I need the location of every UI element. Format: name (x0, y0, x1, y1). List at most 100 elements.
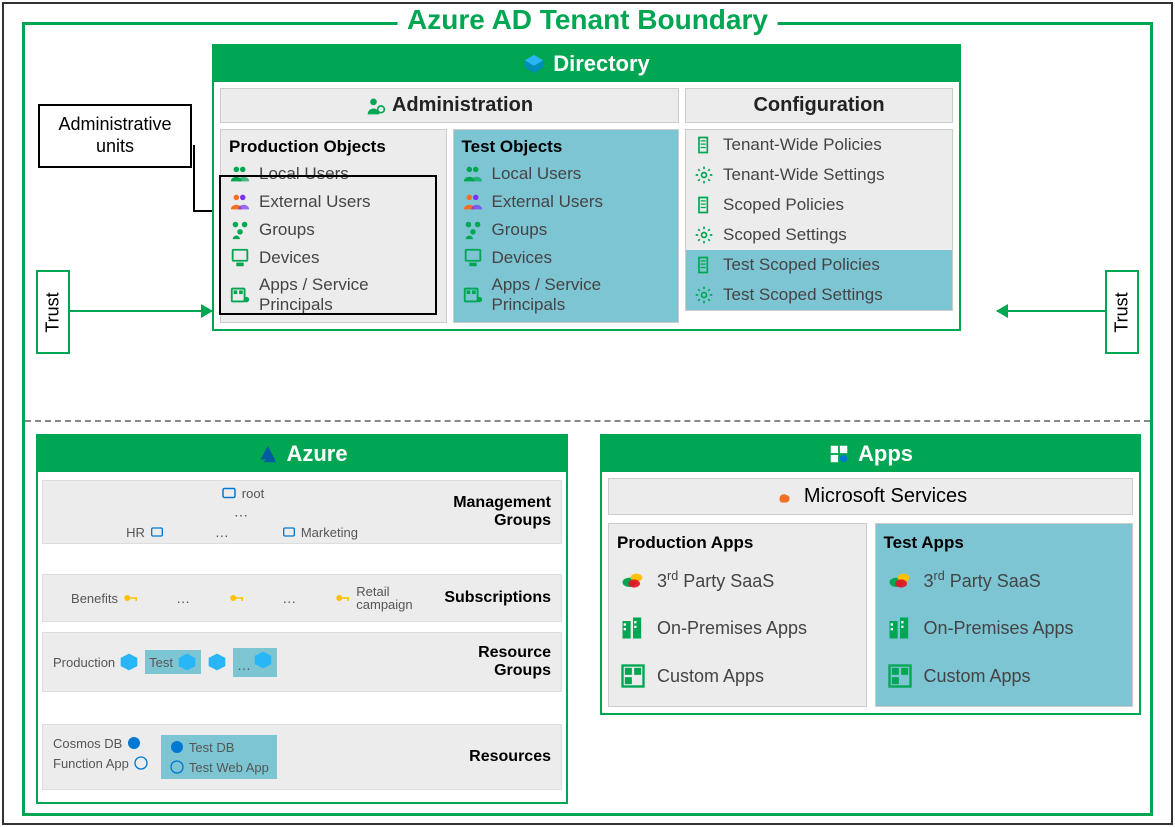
directory-header: Directory (214, 46, 959, 82)
config-label: Tenant-Wide Policies (723, 135, 882, 155)
object-icon (462, 163, 484, 185)
app-icon (619, 566, 647, 594)
key-icon (122, 589, 140, 607)
trust-arrow-right (997, 310, 1105, 312)
test-apps-title: Test Apps (882, 530, 1127, 556)
config-item: Test Scoped Settings (686, 280, 952, 310)
dots-icon: ⋯ (43, 507, 441, 524)
object-label: Groups (259, 220, 315, 240)
configuration-header: Configuration (685, 88, 953, 123)
mg-root: root (242, 486, 264, 501)
app-item: Custom Apps (882, 652, 1127, 700)
object-icon (229, 191, 251, 213)
object-icon (229, 247, 251, 269)
cube-icon (177, 652, 197, 672)
globe-icon (169, 739, 185, 755)
mg-marketing: Marketing (301, 525, 358, 540)
resource-groups-band: Production Test … Resource Groups (42, 632, 562, 692)
webapp-icon (169, 759, 185, 775)
object-item: Groups (460, 216, 673, 244)
object-icon (462, 284, 484, 306)
object-item: Local Users (460, 160, 673, 188)
production-apps-title: Production Apps (615, 530, 860, 556)
azure-icon (256, 443, 278, 465)
app-icon (886, 614, 914, 642)
configuration-title: Configuration (753, 94, 884, 117)
gear-icon (694, 225, 714, 245)
app-icon (886, 662, 914, 690)
app-item: Custom Apps (615, 652, 860, 700)
object-item: Apps / Service Principals (460, 272, 673, 318)
test-apps-panel: Test Apps 3rd Party SaaSOn-Premises Apps… (875, 523, 1134, 707)
config-item: Test Scoped Policies (686, 250, 952, 280)
object-icon (229, 163, 251, 185)
config-label: Test Scoped Settings (723, 285, 883, 305)
apps-title: Apps (858, 441, 913, 467)
subscriptions-band: Benefits … … Retail campaign Subscriptio… (42, 574, 562, 622)
function-icon (133, 755, 149, 771)
policy-icon (694, 255, 714, 275)
azure-body: root ⋯ HR … Marketing Management Groups … (38, 472, 566, 802)
trust-left-label: Trust (43, 292, 64, 332)
cube-icon (119, 652, 139, 672)
mg-icon (220, 484, 238, 502)
directory-section: Directory Administration Production Obje… (212, 44, 961, 331)
object-icon (462, 219, 484, 241)
object-item: External Users (227, 188, 440, 216)
object-label: Devices (492, 248, 552, 268)
object-item: Groups (227, 216, 440, 244)
sub-benefits: Benefits (71, 591, 118, 606)
policy-icon (694, 135, 714, 155)
res-functionapp: Function App (53, 756, 129, 771)
rg-test: Test (149, 655, 173, 670)
object-item: Apps / Service Principals (227, 272, 440, 318)
app-icon (886, 566, 914, 594)
mg-hr: HR (126, 525, 145, 540)
app-item: 3rd Party SaaS (882, 556, 1127, 604)
config-label: Tenant-Wide Settings (723, 165, 885, 185)
sub-retail: Retail campaign (356, 585, 416, 611)
object-icon (462, 191, 484, 213)
test-objects-title: Test Objects (460, 134, 673, 160)
object-label: External Users (492, 192, 603, 212)
apps-header: Apps (602, 436, 1139, 472)
administration-title: Administration (392, 94, 533, 117)
object-icon (462, 247, 484, 269)
config-item: Scoped Settings (686, 220, 952, 250)
microsoft-services: Microsoft Services (608, 478, 1133, 515)
key-icon (334, 589, 352, 607)
config-label: Test Scoped Policies (723, 255, 880, 275)
gear-icon (694, 285, 714, 305)
policy-icon (694, 195, 714, 215)
azure-title: Azure (286, 441, 347, 467)
test-objects-panel: Test Objects Local Users External Users Gr… (453, 129, 680, 323)
app-item: On-Premises Apps (615, 604, 860, 652)
cube-icon (253, 650, 273, 670)
dots-icon: … (215, 524, 231, 540)
azure-section: Azure root ⋯ HR … Marketing Management G… (36, 434, 568, 804)
object-icon (229, 284, 251, 306)
directory-icon (523, 53, 545, 75)
app-icon (619, 614, 647, 642)
resources-label: Resources (469, 748, 561, 766)
object-label: External Users (259, 192, 370, 212)
res-testwebapp: Test Web App (189, 760, 269, 775)
config-item: Tenant-Wide Policies (686, 130, 952, 160)
trust-left-box: Trust (36, 270, 70, 354)
production-objects-panel: Production Objects Local UsersExternal U… (220, 129, 447, 323)
app-item: On-Premises Apps (882, 604, 1127, 652)
config-label: Scoped Settings (723, 225, 847, 245)
app-item: 3rd Party SaaS (615, 556, 860, 604)
configuration-column: Configuration Tenant-Wide Policies Tenant… (685, 88, 953, 323)
office-icon (774, 486, 796, 508)
resources-band: Cosmos DB Function App Test DB Test Web … (42, 724, 562, 790)
gear-icon (694, 165, 714, 185)
admin-icon (366, 96, 386, 116)
object-label: Devices (259, 248, 319, 268)
res-testdb: Test DB (189, 740, 235, 755)
object-label: Local Users (492, 164, 582, 184)
production-apps-panel: Production Apps 3rd Party SaaSOn-Premise… (608, 523, 867, 707)
globe-icon (126, 735, 142, 751)
trust-arrow-left (70, 310, 212, 312)
trust-right-label: Trust (1112, 292, 1133, 332)
